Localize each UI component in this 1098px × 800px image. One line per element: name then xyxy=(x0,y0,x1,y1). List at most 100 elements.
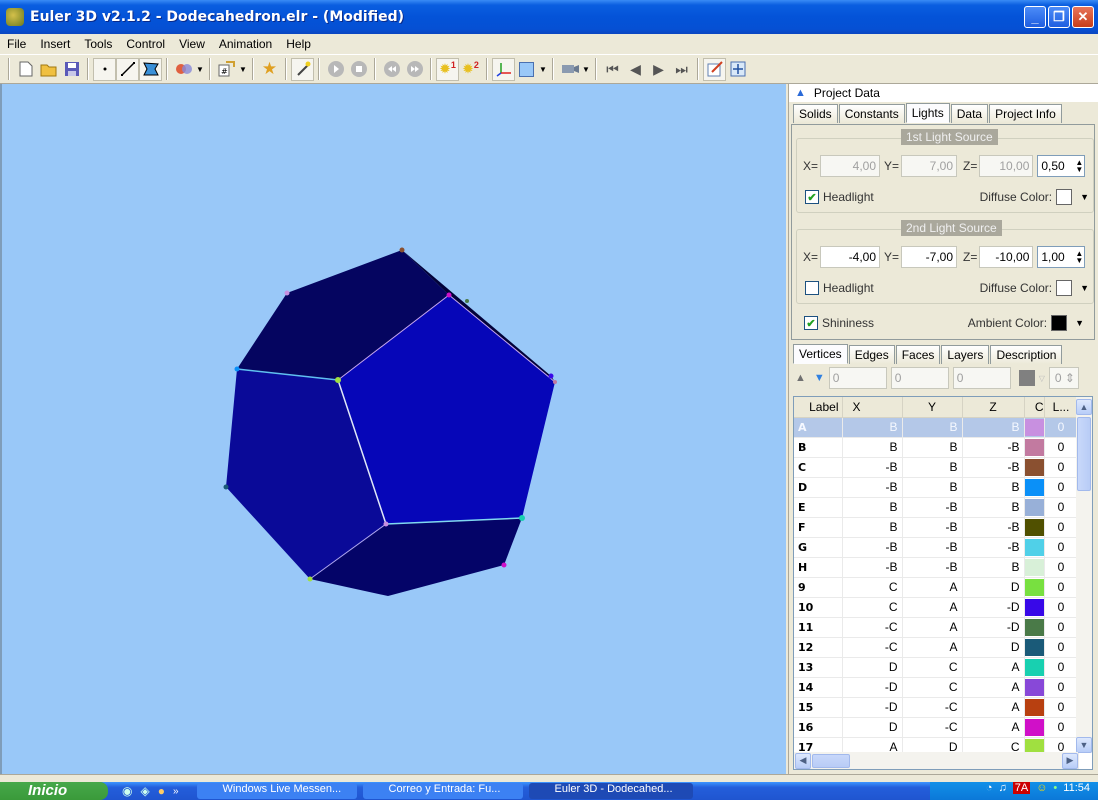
vertex[interactable] xyxy=(519,515,525,521)
vertex[interactable] xyxy=(399,247,405,253)
tab-constants[interactable]: Constants xyxy=(838,104,905,123)
quicklaunch-mail-icon[interactable]: ◈ xyxy=(140,784,149,798)
vertex-y[interactable]: A xyxy=(902,637,963,658)
light2-headlight-checkbox[interactable] xyxy=(805,281,819,295)
vertex-layer[interactable]: 0 xyxy=(1044,597,1079,618)
tray-antivirus-icon[interactable]: 7A xyxy=(1012,782,1031,794)
vertex-layer[interactable]: 0 xyxy=(1044,557,1079,578)
symbol-button[interactable]: # xyxy=(215,58,238,81)
tray-volume-icon[interactable]: ♫ xyxy=(998,782,1006,794)
vertex-row[interactable]: H -B -B B 0 xyxy=(794,557,1079,578)
vertex-row[interactable]: 13 D C A 0 xyxy=(794,657,1079,678)
vertex-color[interactable] xyxy=(1024,657,1045,678)
vertex-layer[interactable]: 0 xyxy=(1044,577,1079,598)
open-button[interactable] xyxy=(37,58,60,81)
vertex-color[interactable] xyxy=(1024,557,1045,578)
vertex-label[interactable]: 11 xyxy=(794,617,843,638)
light2-diffuse-swatch[interactable] xyxy=(1056,280,1073,296)
tab-solids[interactable]: Solids xyxy=(793,104,838,123)
vertex-y[interactable]: C xyxy=(902,657,963,678)
ambient-color-swatch[interactable] xyxy=(1051,315,1068,331)
tab-edges[interactable]: Edges xyxy=(848,345,895,364)
dodecahedron-model[interactable] xyxy=(2,84,788,774)
vertex-x[interactable]: -B xyxy=(842,537,903,558)
spinner-arrows-icon[interactable]: ▲ ▼ xyxy=(1074,250,1084,265)
vertex-layer[interactable]: 0 xyxy=(1044,677,1079,698)
menu-control[interactable]: Control xyxy=(119,37,172,51)
vertex-color[interactable] xyxy=(1024,717,1045,738)
vertex-z[interactable]: A xyxy=(962,697,1025,718)
vertex-row[interactable]: ABBB0 xyxy=(794,417,1079,438)
tab-data[interactable]: Data xyxy=(950,104,989,123)
vertex-row[interactable]: 10 C A -D 0 xyxy=(794,597,1079,618)
light1-x-field[interactable]: 4,00 xyxy=(820,155,881,177)
vertex-label[interactable]: 13 xyxy=(794,657,843,678)
vertex-z[interactable]: D xyxy=(962,637,1025,658)
scroll-left-button[interactable]: ◀ xyxy=(795,752,811,769)
vertex-x[interactable]: -D xyxy=(842,697,903,718)
vertex-y[interactable]: A xyxy=(902,617,963,638)
vertex-label[interactable]: G xyxy=(794,537,843,558)
vertex-y[interactable]: A xyxy=(902,597,963,618)
column-header-label[interactable]: Label xyxy=(794,397,843,418)
menu-help[interactable]: Help xyxy=(279,37,318,51)
quicklaunch-more-icon[interactable]: » xyxy=(173,786,179,797)
vertex-layer[interactable]: 0 xyxy=(1044,497,1079,518)
horizontal-scrollbar[interactable]: ◀ ▶ xyxy=(794,752,1078,769)
light1-intensity-spinner[interactable]: 0,50 ▲ ▼ xyxy=(1037,155,1086,177)
column-header-color[interactable]: C xyxy=(1024,397,1045,418)
tab-lights[interactable]: Lights xyxy=(905,103,950,123)
3d-viewport[interactable] xyxy=(0,84,786,774)
move-up-icon[interactable]: ▲ xyxy=(795,372,806,384)
vertex-z[interactable]: -B xyxy=(962,437,1025,458)
vertex-color[interactable] xyxy=(1024,637,1045,658)
tab-layers[interactable]: Layers xyxy=(941,345,990,364)
menu-insert[interactable]: Insert xyxy=(33,37,77,51)
vertex-z[interactable]: -D xyxy=(962,617,1025,638)
vertex-row[interactable]: 12 -C A D 0 xyxy=(794,637,1079,658)
vertex-layer-spinner[interactable]: 0 ⇕ xyxy=(1048,367,1079,389)
light1-headlight-checkbox[interactable]: ✔ xyxy=(805,190,819,204)
vertex-row[interactable]: E B -B B 0 xyxy=(794,497,1079,518)
new-file-button[interactable] xyxy=(14,58,37,81)
vertex-z-input[interactable]: 0 xyxy=(952,367,1011,389)
close-button[interactable]: ✕ xyxy=(1072,6,1094,28)
vertex-color[interactable] xyxy=(1024,437,1045,458)
vertex-label[interactable]: H xyxy=(794,557,843,578)
vertex-y-input[interactable]: 0 xyxy=(890,367,949,389)
vertex-y[interactable]: B xyxy=(902,457,963,478)
vertex-x[interactable]: -C xyxy=(842,637,903,658)
vertex-color[interactable] xyxy=(1024,457,1045,478)
point-mode-button[interactable] xyxy=(93,57,116,81)
vertex-row[interactable]: 16 D -C A 0 xyxy=(794,717,1079,738)
vertex-y[interactable]: -B xyxy=(902,517,963,538)
menu-tools[interactable]: Tools xyxy=(77,37,119,51)
vertex-row[interactable]: G -B -B -B 0 xyxy=(794,537,1079,558)
vertex-y[interactable]: A xyxy=(902,577,963,598)
light1-diffuse-dropdown-icon[interactable]: ▼ xyxy=(1080,192,1089,202)
light1-y-field[interactable]: 7,00 xyxy=(901,155,958,177)
vertex-label[interactable]: 12 xyxy=(794,637,843,658)
vertex-z[interactable]: A xyxy=(962,677,1025,698)
vertex[interactable] xyxy=(553,380,557,384)
symbol-dropdown[interactable]: ▼ xyxy=(238,65,248,74)
vertex-label[interactable]: A xyxy=(794,417,843,438)
vertex-row[interactable]: D -B B B 0 xyxy=(794,477,1079,498)
first-frame-button[interactable]: ⏮ xyxy=(601,58,624,81)
light2-intensity-spinner[interactable]: 1,00 ▲ ▼ xyxy=(1037,246,1086,268)
vertex[interactable] xyxy=(234,366,240,372)
background-color-button[interactable] xyxy=(515,58,538,81)
vertex-z[interactable]: A xyxy=(962,717,1025,738)
camera-button[interactable] xyxy=(558,58,581,81)
vertex-layer[interactable]: 0 xyxy=(1044,697,1079,718)
vertical-scroll-thumb[interactable] xyxy=(1077,417,1091,491)
vertex-label[interactable]: E xyxy=(794,497,843,518)
vertex-y[interactable]: -B xyxy=(902,557,963,578)
start-button[interactable]: Inicio xyxy=(0,782,108,800)
vertex-color[interactable] xyxy=(1024,497,1045,518)
light1-button[interactable]: ✹1 xyxy=(436,57,459,81)
vertex-color[interactable] xyxy=(1024,417,1045,438)
vertex-layer[interactable]: 0 xyxy=(1044,457,1079,478)
vertex-x[interactable]: D xyxy=(842,657,903,678)
vertex-row[interactable]: F B -B -B 0 xyxy=(794,517,1079,538)
